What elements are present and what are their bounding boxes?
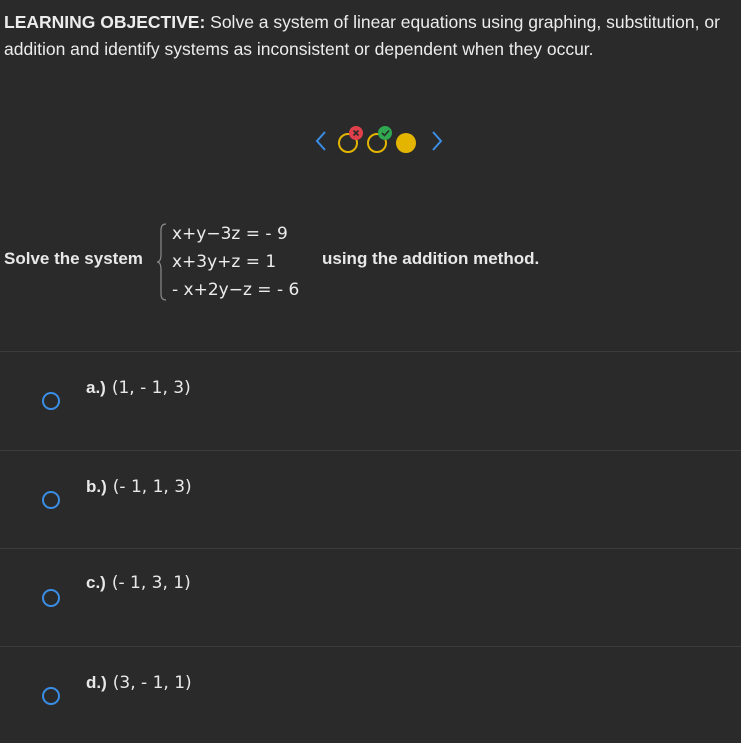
option-value: (- 1, 3, 1) <box>111 573 191 593</box>
correct-check-icon <box>378 126 392 140</box>
equation-system: x+y−3z = - 9 x+3y+z = 1 - x+2y−z = - 6 <box>172 220 299 304</box>
radio-button[interactable] <box>42 491 60 509</box>
option-text: b.) (- 1, 1, 3) <box>86 477 192 497</box>
progress-dot-current[interactable] <box>396 133 416 153</box>
previous-arrow-icon[interactable] <box>314 130 334 152</box>
incorrect-x-icon <box>349 126 363 140</box>
option-text: a.) (1, - 1, 3) <box>86 378 191 398</box>
answer-option-b[interactable]: b.) (- 1, 1, 3) <box>0 451 741 547</box>
equation-1: x+y−3z = - 9 <box>172 224 288 244</box>
equation-2: x+3y+z = 1 <box>172 252 277 272</box>
question-prompt: Solve the system x+y−3z = - 9 x+3y+z = 1… <box>4 218 734 308</box>
option-letter: b.) <box>86 477 107 496</box>
option-value: (- 1, 1, 3) <box>112 477 192 497</box>
question-prefix: Solve the system <box>4 249 143 268</box>
radio-button[interactable] <box>42 687 60 705</box>
answer-option-c[interactable]: c.) (- 1, 3, 1) <box>0 549 741 645</box>
question-suffix: using the addition method. <box>322 249 540 268</box>
option-value: (1, - 1, 3) <box>111 378 191 398</box>
option-letter: c.) <box>86 573 106 592</box>
option-text: c.) (- 1, 3, 1) <box>86 573 191 593</box>
equation-3: - x+2y−z = - 6 <box>172 280 300 300</box>
answer-option-d[interactable]: d.) (3, - 1, 1) <box>0 647 741 743</box>
progress-dot-correct[interactable] <box>367 126 392 153</box>
next-arrow-icon[interactable] <box>430 130 450 152</box>
radio-button[interactable] <box>42 392 60 410</box>
answer-option-a[interactable]: a.) (1, - 1, 3) <box>0 352 741 448</box>
option-text: d.) (3, - 1, 1) <box>86 673 192 693</box>
option-letter: d.) <box>86 673 107 692</box>
option-letter: a.) <box>86 378 106 397</box>
progress-dot-incorrect[interactable] <box>338 126 363 153</box>
radio-button[interactable] <box>42 589 60 607</box>
objective-label: LEARNING OBJECTIVE: <box>4 12 206 32</box>
system-brace <box>156 222 168 307</box>
learning-objective: LEARNING OBJECTIVE: Solve a system of li… <box>4 9 738 63</box>
question-navigator <box>314 124 454 158</box>
option-value: (3, - 1, 1) <box>112 673 192 693</box>
